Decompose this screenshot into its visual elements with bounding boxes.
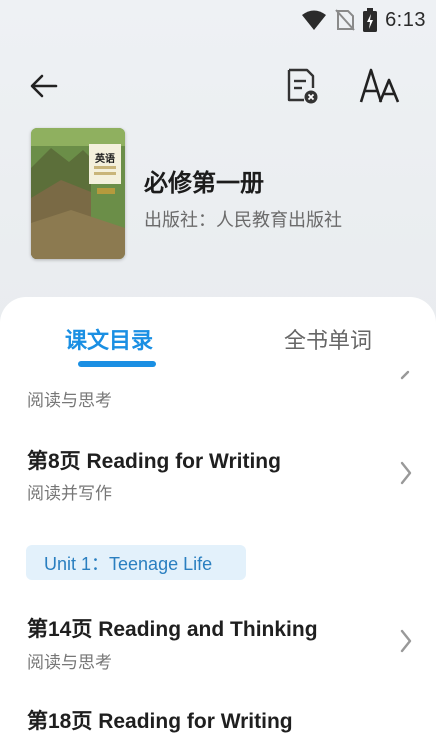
lesson-subtitle: 阅读并写作 <box>27 484 112 503</box>
unit-badge: Unit 1：Teenage Life <box>26 545 246 580</box>
chevron-right-icon <box>400 370 410 380</box>
font-size-button[interactable] <box>358 66 404 106</box>
lesson-title: 第8页 Reading for Writing <box>27 450 281 473</box>
status-bar: 6:13 <box>0 0 436 40</box>
no-sim-icon <box>335 9 355 31</box>
arrow-left-icon <box>30 74 58 98</box>
chevron-right-icon <box>400 629 412 653</box>
document-close-icon <box>287 68 318 104</box>
book-title: 必修第一册 <box>144 170 264 197</box>
chevron-right-icon <box>400 461 412 485</box>
lesson-title: 第18页 Reading for Writing <box>27 710 293 733</box>
svg-text:英语: 英语 <box>94 152 115 165</box>
lesson-title: 第14页 Reading and Thinking <box>27 618 318 641</box>
book-cover: 英语 <box>31 128 125 259</box>
tab-contents[interactable]: 课文目录 <box>65 323 153 355</box>
status-time: 6:13 <box>385 8 426 31</box>
lesson-subtitle: 阅读与思考 <box>27 391 112 410</box>
tab-words[interactable]: 全书单词 <box>284 323 372 355</box>
font-size-icon <box>359 68 400 103</box>
status-icons: 6:13 <box>301 6 426 34</box>
toolbar <box>0 60 436 110</box>
wifi-icon <box>302 10 327 30</box>
document-button[interactable] <box>282 66 322 106</box>
back-button[interactable] <box>26 68 62 104</box>
battery-charging-icon <box>363 8 378 32</box>
tab-indicator <box>78 361 156 367</box>
lesson-subtitle: 阅读与思考 <box>27 653 112 672</box>
book-publisher: 出版社：人民教育出版社 <box>144 210 342 230</box>
